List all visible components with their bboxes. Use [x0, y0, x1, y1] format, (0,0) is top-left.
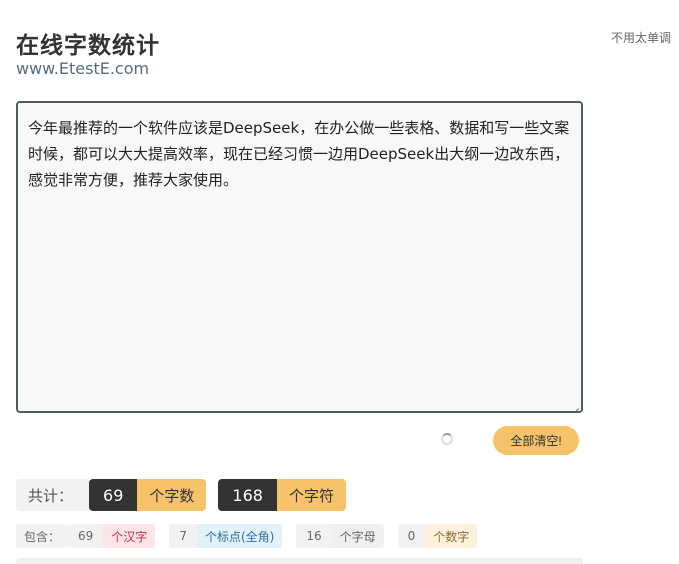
word-count-value: 69 [89, 479, 138, 511]
punct-count-unit: 个标点(全角) [196, 524, 283, 548]
clear-all-button[interactable]: 全部清空! [493, 426, 579, 455]
digit-count-unit: 个数字 [425, 524, 478, 548]
text-editor-container: 今年最推荐的一个软件应该是DeepSeek，在办公做一些表格、数据和写一些文案时… [16, 101, 583, 413]
punct-count-chip: 7 个标点(全角) [169, 524, 283, 548]
resize-handle-icon[interactable] [569, 399, 579, 409]
letter-count-unit: 个字母 [331, 524, 384, 548]
page-title: 在线字数统计 [16, 33, 160, 59]
chinese-count-chip: 69 个汉字 [68, 524, 156, 548]
detail-breakdown: 包含： 69 个汉字 7 个标点(全角) 16 个字母 0 个数字 [16, 524, 478, 548]
digit-count-value: 0 [397, 524, 426, 548]
char-count-badge: 168 个字符 [218, 479, 346, 511]
text-input[interactable]: 今年最推荐的一个软件应该是DeepSeek，在办公做一些表格、数据和写一些文案时… [18, 103, 581, 411]
letter-count-chip: 16 个字母 [296, 524, 384, 548]
chinese-count-unit: 个汉字 [103, 524, 156, 548]
char-count-value: 168 [218, 479, 277, 511]
word-count-unit: 个字数 [137, 479, 207, 511]
top-link[interactable]: 不用太单调 [611, 29, 671, 46]
chinese-count-value: 69 [68, 524, 104, 548]
stats-summary: 共计： 69 个字数 168 个字符 [16, 479, 346, 511]
loading-spinner-icon [441, 433, 453, 445]
punct-count-value: 7 [169, 524, 197, 548]
total-label: 共计： [16, 479, 90, 511]
letter-count-value: 16 [296, 524, 332, 548]
digit-count-chip: 0 个数字 [397, 524, 478, 548]
bottom-panel-edge [16, 558, 583, 564]
word-count-badge: 69 个字数 [89, 479, 207, 511]
site-url[interactable]: www.EtestE.com [16, 59, 149, 78]
char-count-unit: 个字符 [276, 479, 346, 511]
detail-label: 包含： [16, 524, 69, 548]
